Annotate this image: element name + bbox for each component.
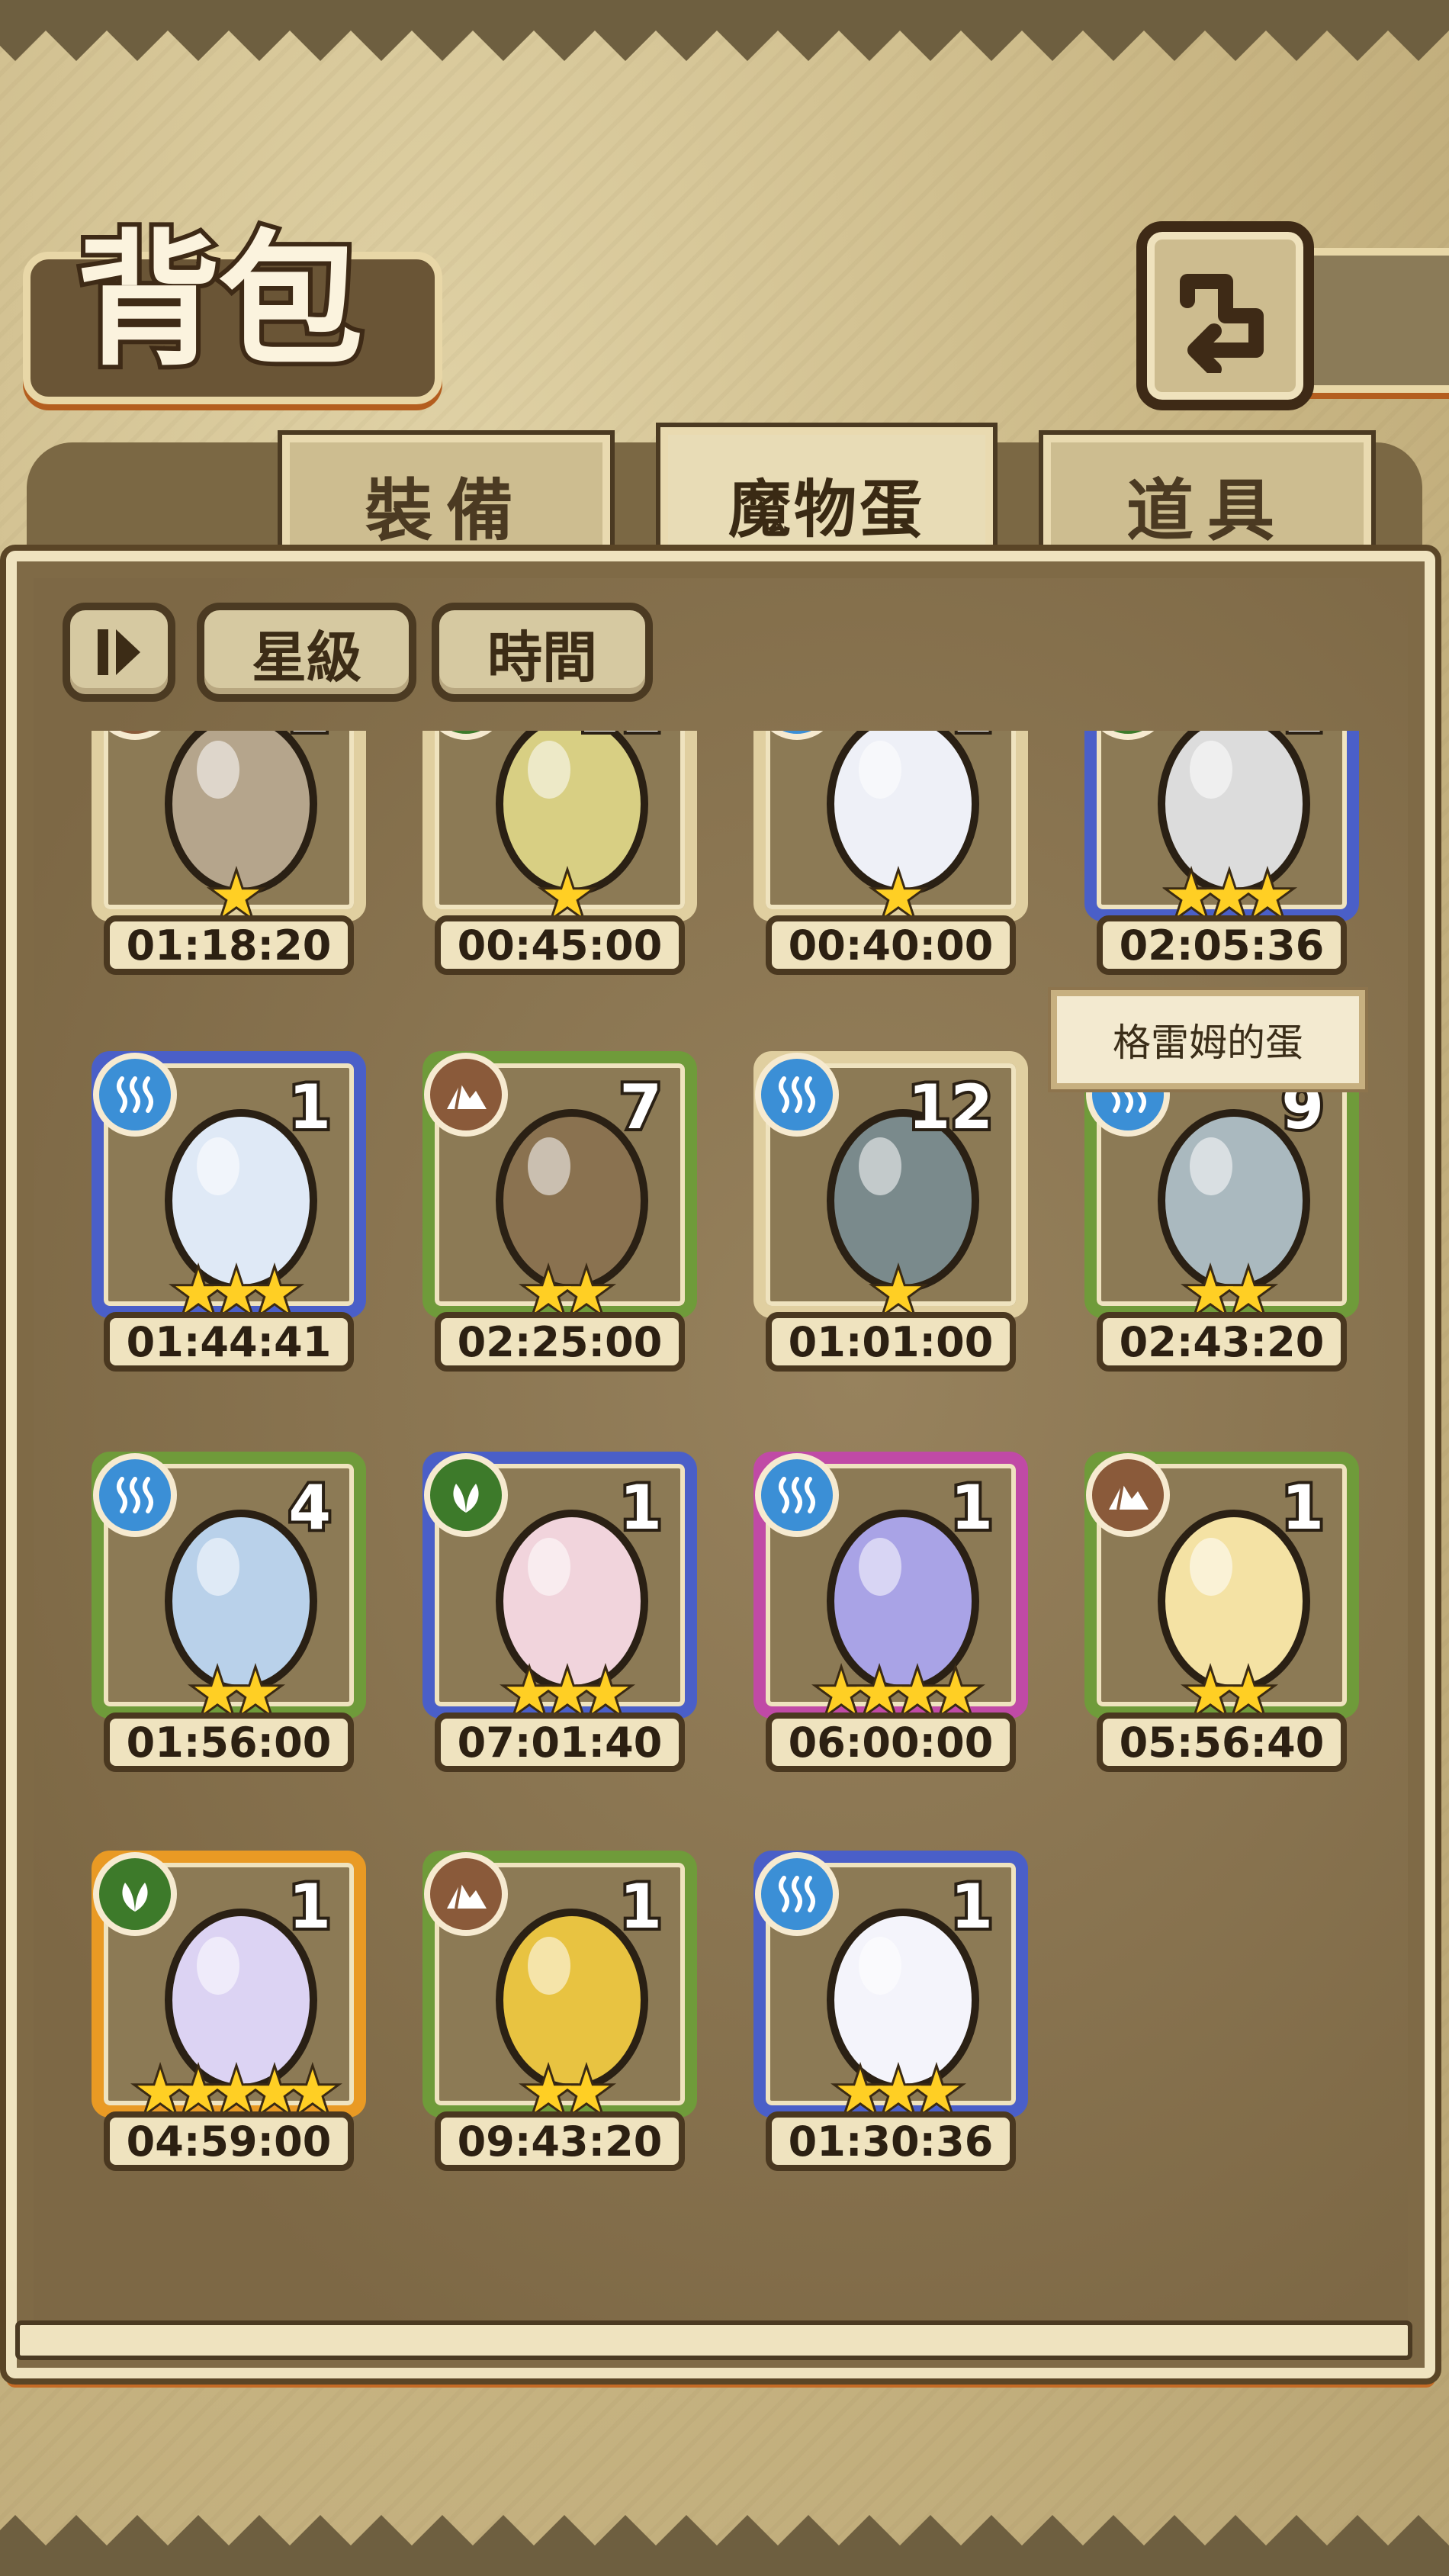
element-badge [1086,1453,1170,1537]
element-badge [424,1453,508,1537]
element-badge [755,1053,839,1137]
egg-slot[interactable]: 1 ★★ 09:43:20 [422,1851,697,2171]
torn-edge-top [0,0,1449,61]
egg-slot[interactable]: 7 ★★ 02:25:00 [422,1051,697,1372]
sort-toggle-icon [98,629,140,675]
hatch-time: 00:40:00 [766,915,1016,975]
earth-element-icon [447,1882,487,1909]
element-badge [424,1852,508,1936]
egg-slot[interactable]: 1 ★★★ 01:30:36 [753,1851,1028,2171]
egg-slot[interactable]: 1 ★★ 05:56:40 [1084,1452,1359,1772]
hatch-time: 01:56:00 [104,1713,354,1772]
hatch-time: 00:45:00 [435,915,685,975]
egg-count: 1 [616,1871,665,1942]
hatch-time: 01:30:36 [766,2111,1016,2171]
bottom-rail [15,2320,1412,2360]
egg-count: 1 [285,1072,334,1143]
sort-by-time-button[interactable]: 時間 [432,603,653,702]
egg-card[interactable]: 1★★★ [92,1051,366,1325]
egg-slot[interactable]: 2★01:18:20 [92,731,366,975]
egg-card[interactable]: 12 ★ [753,1051,1028,1325]
egg-card[interactable]: 9 ★★ [1084,1051,1359,1325]
egg-slot[interactable]: 1★★★02:05:36 [1084,731,1359,975]
element-badge [93,1453,177,1537]
egg-slot[interactable]: 1 ★★★★★ 04:59:00 [92,1851,366,2171]
egg-card[interactable]: 1★★★ [1084,731,1359,928]
hatch-time: 04:59:00 [104,2111,354,2171]
egg-card[interactable]: 4 ★★ [92,1452,366,1725]
egg-card[interactable]: 1 ★★★★★ [92,1851,366,2124]
water-element-icon [779,1477,815,1513]
egg-card[interactable]: 1★ [753,731,1028,928]
hatch-time: 09:43:20 [435,2111,685,2171]
tab-items-label: 道具 [1126,471,1288,550]
egg-slot[interactable]: 11★00:45:00 [422,731,697,975]
return-icon [1179,274,1264,373]
egg-slot[interactable]: 4 ★★ 01:56:00 [92,1452,366,1772]
hatch-time: 05:56:40 [1097,1713,1347,1772]
egg-count: 1 [947,731,996,744]
torn-edge-bottom [0,2515,1449,2576]
element-badge [755,1453,839,1537]
tab-equipment-label: 裝備 [365,471,527,550]
plant-element-icon [453,1484,479,1513]
sort-by-time-label: 時間 [487,625,597,690]
egg-count: 12 [905,1072,996,1143]
egg-count: 1 [1278,731,1327,744]
egg-count: 1 [947,1472,996,1543]
egg-card[interactable]: 1 ★★ [1084,1452,1359,1725]
back-button[interactable] [1136,221,1314,410]
egg-count: 1 [616,1472,665,1543]
egg-card[interactable]: 1 ★★ [422,1851,697,2124]
page-title: 背包 [72,217,368,385]
sort-toggle-button[interactable] [63,603,175,702]
egg-card[interactable]: 1★★★ [753,1851,1028,2124]
egg-name-tooltip: 格雷姆的蛋 [1051,990,1365,1089]
egg-slot[interactable]: 1 ★★★ 07:01:40 [422,1452,697,1772]
egg-grid: 2★01:18:2011★00:45:001★00:40:001★★★02:05… [46,731,1411,2256]
earth-element-icon [447,1082,487,1110]
egg-slot[interactable]: 12 ★ 01:01:00 [753,1051,1028,1372]
plant-element-icon [122,1883,148,1912]
egg-slot[interactable]: 1★00:40:00 [753,731,1028,975]
sort-by-star-button[interactable]: 星級 [197,603,416,702]
element-badge [93,1053,177,1137]
hatch-time: 01:18:20 [104,915,354,975]
egg-count: 4 [285,1472,334,1543]
water-element-icon [779,1876,815,1912]
earth-element-icon [1109,1483,1149,1510]
egg-slot[interactable]: 1 ★★★★ 06:00:00 [753,1452,1028,1772]
water-element-icon [117,1076,153,1113]
element-badge [93,1852,177,1936]
egg-card[interactable]: 2★ [92,731,366,928]
hatch-time: 06:00:00 [766,1713,1016,1772]
egg-slot[interactable]: 1 ★★★ 01:44:41 [92,1051,366,1372]
egg-count: 2 [285,731,334,744]
hatch-time: 01:01:00 [766,1312,1016,1372]
water-element-icon [779,1076,815,1113]
water-element-icon [117,1477,153,1513]
hatch-time: 07:01:40 [435,1713,685,1772]
egg-count: 7 [616,1072,665,1143]
egg-count: 1 [1278,1472,1327,1543]
egg-count: 1 [947,1871,996,1942]
hatch-time: 01:44:41 [104,1312,354,1372]
egg-slot[interactable]: 9 ★★ 02:43:20 [1084,1051,1359,1372]
egg-count: 11 [574,731,665,744]
sort-by-star-label: 星級 [251,625,361,690]
egg-card[interactable]: 1★★★ [422,1452,697,1725]
hatch-time: 02:43:20 [1097,1312,1347,1372]
egg-count: 1 [285,1871,334,1942]
hatch-time: 02:25:00 [435,1312,685,1372]
hatch-time: 02:05:36 [1097,915,1347,975]
egg-card[interactable]: 11★ [422,731,697,928]
egg-card[interactable]: 7 ★★ [422,1051,697,1325]
tab-monster-eggs-label: 魔物蛋 [728,473,925,546]
egg-card[interactable]: 1 ★★★★ [753,1452,1028,1725]
element-badge [424,1053,508,1137]
element-badge [755,1852,839,1936]
